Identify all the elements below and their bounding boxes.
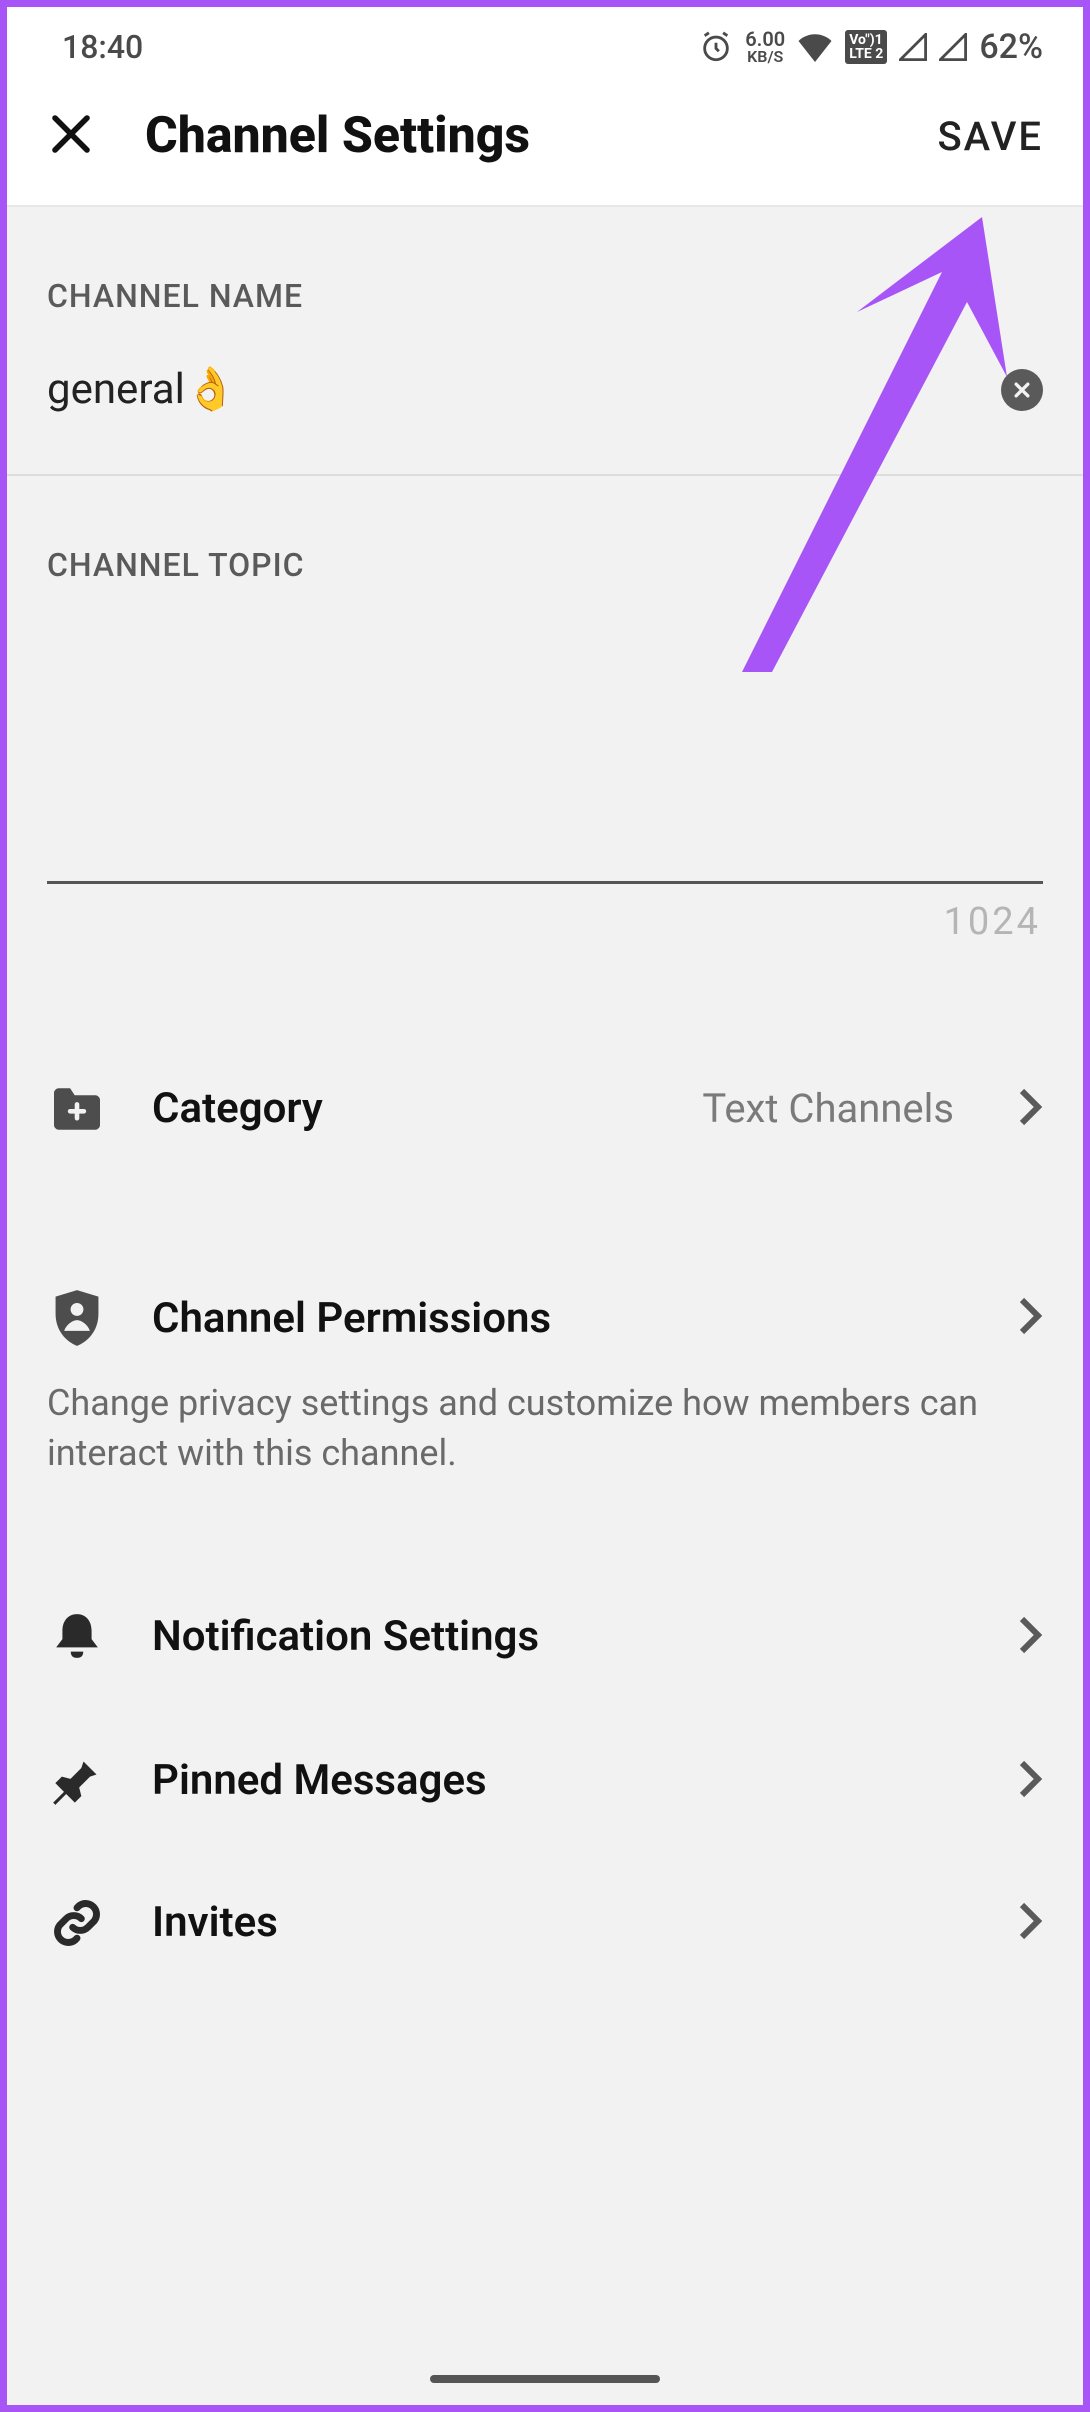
close-icon[interactable]	[47, 110, 95, 162]
status-time: 18:40	[62, 28, 143, 66]
signal-icon-2	[939, 33, 967, 61]
status-bar: 18:40 6.00 KB/S Vo")1 LTE 2 62%	[7, 7, 1083, 87]
category-value: Text Channels	[702, 1085, 972, 1132]
chevron-right-icon	[1017, 1296, 1043, 1340]
pinned-row[interactable]: Pinned Messages	[7, 1710, 1083, 1852]
invites-row[interactable]: Invites	[7, 1852, 1083, 1994]
folder-plus-icon	[47, 1086, 107, 1132]
lte-badge: Vo")1 LTE 2	[845, 30, 887, 64]
permissions-label: Channel Permissions	[152, 1294, 972, 1343]
category-label: Category	[152, 1084, 657, 1133]
bell-icon	[47, 1609, 107, 1665]
channel-topic-input[interactable]	[47, 604, 1043, 884]
home-indicator[interactable]	[430, 2375, 660, 2383]
network-speed: 6.00 KB/S	[745, 29, 785, 65]
invites-label: Invites	[152, 1898, 972, 1947]
signal-icon-1	[899, 33, 927, 61]
chevron-right-icon	[1017, 1901, 1043, 1945]
notifications-label: Notification Settings	[152, 1612, 972, 1661]
channel-name-input[interactable]	[47, 365, 1001, 414]
pin-icon	[47, 1755, 107, 1807]
category-row[interactable]: Category Text Channels	[7, 1034, 1083, 1183]
content-area: CHANNEL NAME CHANNEL TOPIC 1024 Category…	[7, 207, 1083, 2405]
shield-person-icon	[47, 1288, 107, 1348]
channel-topic-label: CHANNEL TOPIC	[7, 476, 1083, 604]
status-icons: 6.00 KB/S Vo")1 LTE 2 62%	[699, 27, 1043, 67]
save-button[interactable]: SAVE	[937, 113, 1053, 160]
permissions-description: Change privacy settings and customize ho…	[7, 1378, 1083, 1509]
topic-char-count: 1024	[7, 888, 1083, 944]
clear-input-icon[interactable]	[1001, 369, 1043, 411]
chevron-right-icon	[1017, 1759, 1043, 1803]
app-bar: Channel Settings SAVE	[7, 87, 1083, 207]
permissions-row[interactable]: Channel Permissions	[7, 1243, 1083, 1393]
notifications-row[interactable]: Notification Settings	[7, 1564, 1083, 1710]
alarm-icon	[699, 30, 733, 64]
chevron-right-icon	[1017, 1087, 1043, 1131]
wifi-icon	[797, 32, 833, 62]
link-icon	[47, 1897, 107, 1949]
channel-name-label: CHANNEL NAME	[7, 207, 1083, 335]
channel-name-row	[7, 335, 1083, 476]
pinned-label: Pinned Messages	[152, 1756, 972, 1805]
page-title: Channel Settings	[145, 107, 887, 165]
chevron-right-icon	[1017, 1615, 1043, 1659]
battery-text: 62%	[979, 27, 1043, 67]
